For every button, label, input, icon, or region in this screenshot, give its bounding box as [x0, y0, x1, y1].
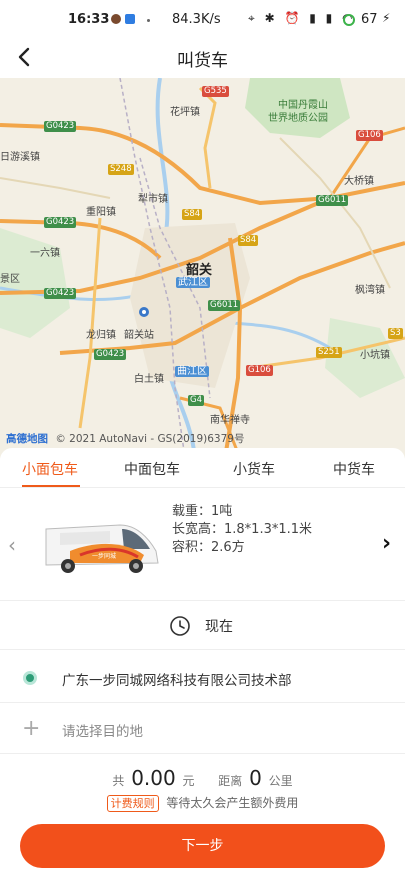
map-label: 小坑镇 — [360, 350, 390, 361]
road-shield: S84 — [182, 209, 203, 220]
app-notification-icon — [111, 14, 121, 24]
map-label: 龙归镇 — [86, 330, 116, 341]
tab-medium-truck[interactable]: 中货车 — [333, 459, 375, 479]
road-shield: G0423 — [94, 349, 127, 360]
tab-medium-van[interactable]: 中面包车 — [124, 459, 180, 479]
map-label: 景区 — [0, 274, 20, 285]
chevron-left-icon[interactable]: ‹ — [8, 533, 16, 557]
van-image: 一步同城 — [45, 524, 159, 573]
charging-icon: ⚡ — [382, 11, 391, 25]
road-shield: G535 — [202, 86, 229, 97]
map-label: 枫湾镇 — [355, 285, 385, 296]
road-shield: G106 — [246, 365, 273, 376]
map-credit: 高德地图 © 2021 AutoNavi - GS(2019)6379号 — [6, 431, 244, 446]
pricing-rule-line: 计费规则 等待太久会产生额外费用 — [0, 794, 405, 812]
status-time: 16:33 — [68, 12, 110, 27]
to-address-row[interactable]: + 请选择目的地 — [0, 704, 405, 754]
road-shield: S3 — [388, 328, 403, 339]
map-label: 犁市镇 — [138, 194, 168, 205]
road-shield: G106 — [356, 130, 383, 141]
origin-marker-icon — [23, 671, 37, 685]
clock-icon — [170, 616, 190, 636]
tab-small-van[interactable]: 小面包车 — [22, 459, 78, 479]
map-city-label: 韶关 — [186, 263, 213, 278]
vehicle-specs: 载重：1吨 长宽高：1.8*1.3*1.1米 容积：2.6方 — [172, 503, 312, 557]
from-address: 广东一步同城网络科技有限公司技术部 — [62, 673, 292, 689]
chevron-right-icon[interactable]: › — [382, 531, 391, 556]
map-label: 重阳镇 — [86, 207, 116, 218]
train-station-icon — [139, 307, 149, 317]
road-shield: S248 — [108, 164, 134, 175]
map-label: 世界地质公园 — [268, 113, 328, 124]
amap-logo: 高德地图 — [6, 433, 48, 445]
map-label: 大桥镇 — [344, 176, 374, 187]
pricing-rules-button[interactable]: 计费规则 — [106, 795, 159, 812]
map-label: 花坪镇 — [170, 107, 200, 118]
plus-icon: + — [22, 716, 41, 741]
price-amount: 0.00 — [131, 766, 176, 790]
road-shield: G0423 — [44, 288, 77, 299]
map-label: 南华禅寺 — [210, 415, 250, 426]
tab-small-truck[interactable]: 小货车 — [233, 459, 275, 479]
road-shield: G4 — [188, 395, 204, 406]
vehicle-card: ‹ 一步同城 载重：1吨 长宽高：1.8*1.3*1.1米 容积：2.6方 › — [0, 489, 405, 601]
van-brand-text: 一步同城 — [92, 552, 116, 560]
map-label: 曲江区 — [175, 366, 209, 377]
order-panel: 小面包车 中面包车 小货车 中货车 ‹ 一步同城 载重：1吨 长宽高：1.8*1… — [0, 448, 405, 878]
pickup-time-label: 现在 — [205, 619, 233, 635]
active-tab-indicator — [22, 485, 80, 487]
battery-level: 67 — [361, 12, 378, 27]
road-shield: S251 — [316, 347, 342, 358]
vehicle-volume: 容积：2.6方 — [172, 540, 245, 555]
vehicle-dimensions: 长宽高：1.8*1.3*1.1米 — [172, 522, 313, 537]
distance-prefix: 距离 — [218, 774, 243, 788]
navigation-header: 叫货车 — [0, 36, 405, 78]
page-title: 叫货车 — [177, 51, 228, 71]
map-copyright: © 2021 AutoNavi - GS(2019)6379号 — [55, 433, 245, 445]
payment-notification-icon — [125, 14, 135, 24]
next-step-button[interactable]: 下一步 — [20, 824, 385, 868]
system-status-icons: ⌖ ✱ ⏰ ▮ ▮ ◠ — [248, 11, 356, 25]
app-root: 16:33 84.3K/s ⌖ ✱ ⏰ ▮ ▮ ◠ 67 ⚡ 叫货车 花坪镇 中… — [0, 0, 405, 878]
map-label: 韶关站 — [124, 330, 154, 341]
map-label: 一六镇 — [30, 248, 60, 259]
road-shield: G6011 — [208, 300, 241, 311]
to-address-placeholder: 请选择目的地 — [62, 724, 143, 740]
road-shield: G0423 — [44, 217, 77, 228]
road-shield: G6011 — [316, 195, 349, 206]
pickup-time-selector[interactable]: 现在 — [0, 602, 405, 650]
vehicle-load: 载重：1吨 — [172, 504, 233, 519]
map-label: 日游溪镇 — [0, 152, 40, 163]
distance-unit: 公里 — [268, 774, 293, 788]
battery-icon — [343, 14, 355, 26]
vehicle-tabs: 小面包车 中面包车 小货车 中货车 — [0, 448, 405, 488]
price-summary: 共 0.00 元 距离 0 公里 — [0, 766, 405, 790]
status-bar: 16:33 84.3K/s ⌖ ✱ ⏰ ▮ ▮ ◠ 67 ⚡ — [0, 0, 405, 36]
distance-value: 0 — [249, 766, 262, 790]
network-speed: 84.3K/s — [172, 12, 221, 27]
road-shield: S84 — [238, 235, 259, 246]
map-label: 白土镇 — [134, 374, 164, 385]
more-notifications-icon — [147, 19, 150, 22]
map-view[interactable]: 花坪镇 中国丹霞山 世界地质公园 日游溪镇 犁市镇 重阳镇 大桥镇 一六镇 景区… — [0, 78, 405, 458]
price-unit: 元 — [182, 774, 195, 788]
map-label: 武江区 — [176, 277, 210, 288]
from-address-row[interactable]: 广东一步同城网络科技有限公司技术部 — [0, 653, 405, 703]
price-prefix: 共 — [112, 774, 125, 788]
road-shield: G0423 — [44, 121, 77, 132]
waiting-fee-note: 等待太久会产生额外费用 — [166, 796, 299, 810]
